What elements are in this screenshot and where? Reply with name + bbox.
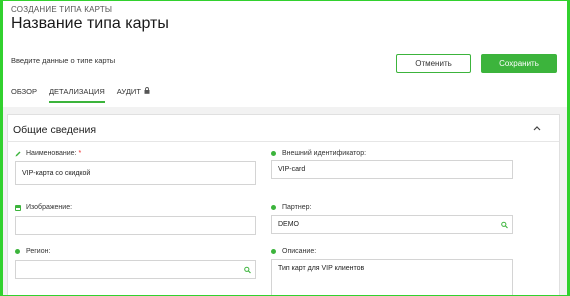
status-dot [15,249,20,254]
external-id-field[interactable]: VIP-card [271,160,513,179]
description-field[interactable]: Тип карт для VIP клиентов [271,259,513,296]
cancel-button[interactable]: Отменить [396,54,471,73]
breadcrumb: СОЗДАНИЕ ТИПА КАРТЫ [11,5,113,14]
chevron-up-icon[interactable] [533,125,541,131]
tab-overview[interactable]: ОБЗОР [11,86,37,104]
name-label: Наименование: * [15,150,81,157]
partner-field[interactable]: DEMO [271,215,513,234]
tab-overview-label: ОБЗОР [11,87,37,96]
image-label-text: Изображение: [26,204,73,211]
region-label: Регион: [15,248,50,255]
tab-audit[interactable]: АУДИТ [117,86,150,104]
partner-label: Партнер: [271,204,311,211]
save-button[interactable]: Сохранить [481,54,557,73]
lock-icon [144,87,150,94]
status-dot [271,151,276,156]
edit-icon [15,151,21,156]
tab-details[interactable]: ДЕТАЛИЗАЦИЯ [48,86,105,104]
external-id-label: Внешний идентификатор: [271,150,366,157]
tab-audit-label: АУДИТ [116,87,141,96]
description-label: Описание: [271,248,316,255]
search-icon[interactable] [244,266,251,273]
divider [8,141,559,142]
region-field[interactable] [15,260,256,279]
status-dot [271,249,276,254]
name-field[interactable]: VIP-карта со скидкой [15,161,256,185]
page-title: Название типа карты [11,15,169,32]
tab-bar: ОБЗОР ДЕТАЛИЗАЦИЯ АУДИТ [11,86,162,106]
section-title: Общие сведения [13,124,97,136]
search-icon[interactable] [501,221,508,228]
name-label-text: Наименование: [26,150,77,157]
external-id-label-text: Внешний идентификатор: [282,150,367,157]
page-subtitle: Введите данные о типе карты [11,56,116,65]
image-field[interactable] [15,216,256,235]
description-label-text: Описание: [282,248,317,255]
content-area: Общие сведения Наименование: * VIP-карта … [3,107,567,296]
image-icon [15,204,21,211]
partner-value: DEMO [278,221,299,228]
required-mark: * [78,150,82,157]
region-label-text: Регион: [26,248,51,255]
general-info-card: Общие сведения Наименование: * VIP-карта … [7,114,560,296]
partner-label-text: Партнер: [282,204,312,211]
image-label: Изображение: [15,204,72,211]
page-header: СОЗДАНИЕ ТИПА КАРТЫ Название типа карты … [0,0,570,107]
tab-details-label: ДЕТАЛИЗАЦИЯ [48,87,105,96]
status-dot [271,205,276,210]
